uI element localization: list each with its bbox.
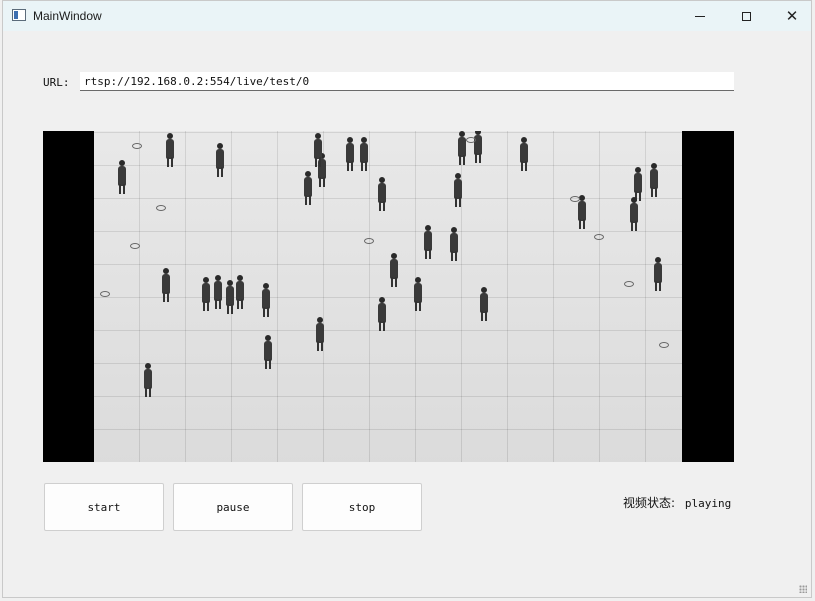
main-window: MainWindow ✕ URL: rtsp://192.168.0.2:554… xyxy=(2,0,812,598)
video-display xyxy=(43,131,734,462)
minimize-icon xyxy=(695,15,705,17)
title-bar[interactable]: MainWindow ✕ xyxy=(3,1,811,31)
pause-button[interactable]: pause xyxy=(173,483,293,531)
minimize-button[interactable] xyxy=(677,1,723,31)
maximize-icon xyxy=(741,11,751,21)
stop-button[interactable]: stop xyxy=(302,483,422,531)
window-title: MainWindow xyxy=(33,9,102,23)
video-status-value: playing xyxy=(684,497,732,510)
video-status-label: 视频状态: xyxy=(623,496,676,510)
url-input[interactable] xyxy=(80,72,734,91)
close-icon: ✕ xyxy=(785,6,799,25)
app-window-icon xyxy=(12,9,26,21)
resize-grip[interactable] xyxy=(799,585,807,593)
maximize-button[interactable] xyxy=(723,1,769,31)
close-button[interactable]: ✕ xyxy=(769,1,815,31)
url-label: URL: xyxy=(43,76,70,89)
video-status: 视频状态: playing xyxy=(623,494,731,511)
video-frame xyxy=(94,131,682,462)
start-button[interactable]: start xyxy=(44,483,164,531)
